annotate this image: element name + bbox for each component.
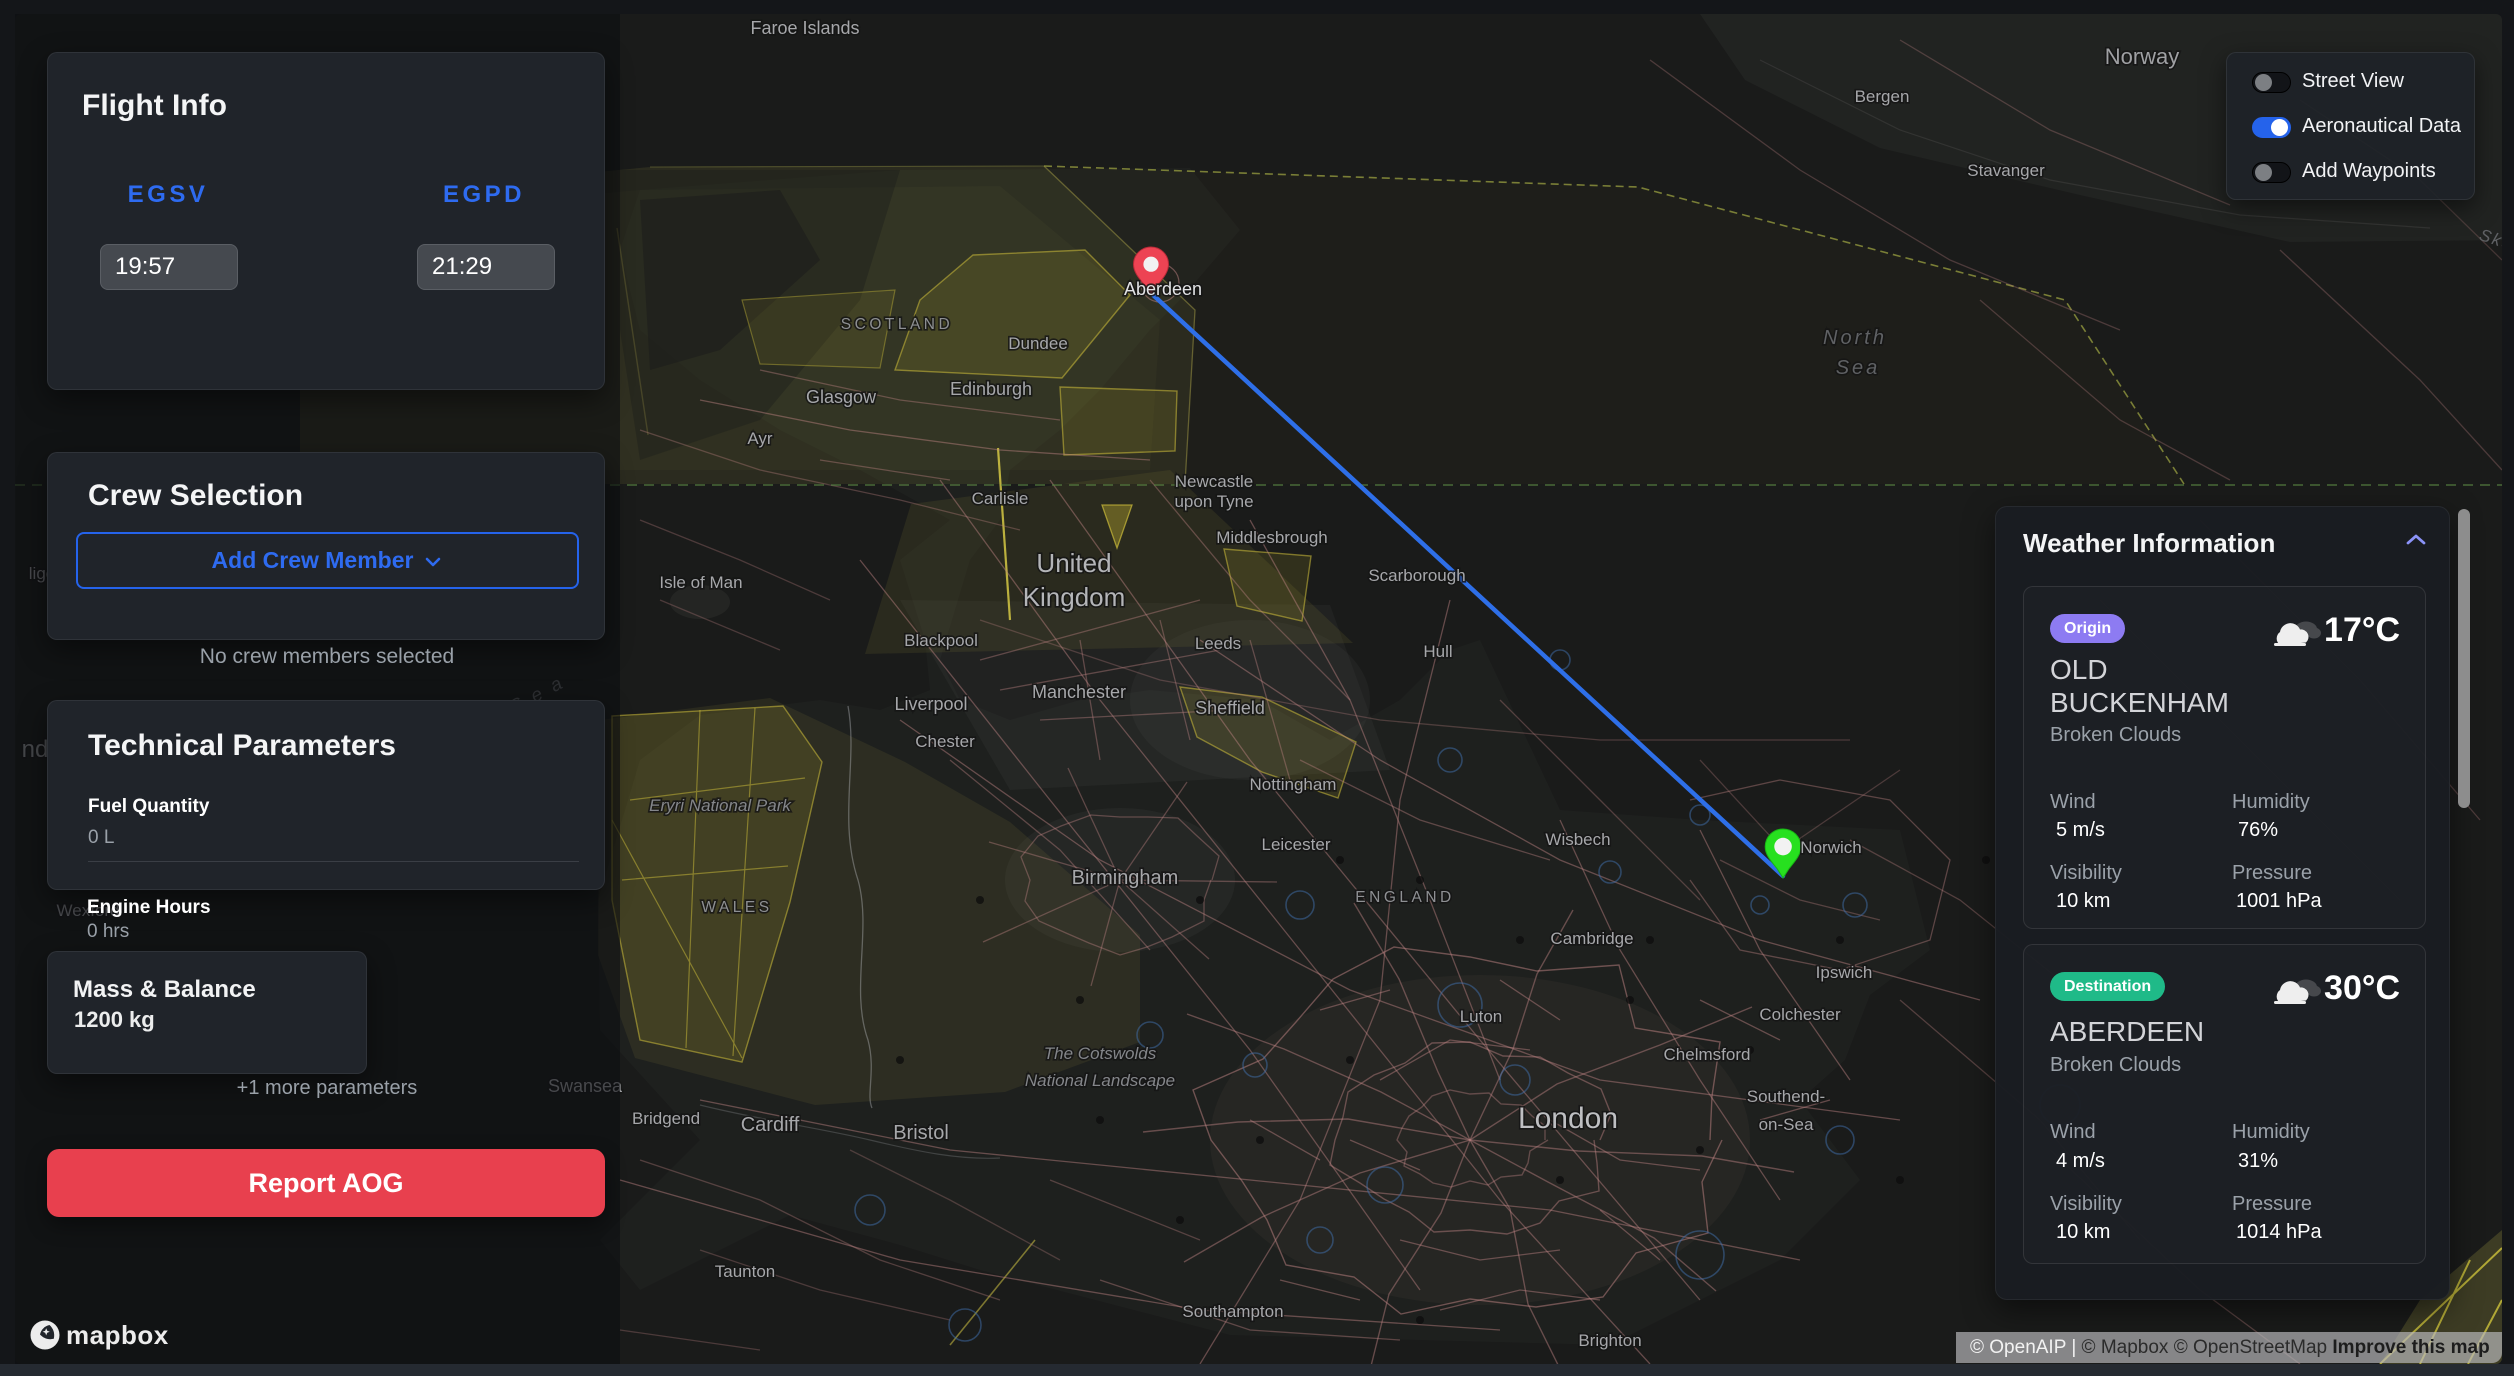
svg-text:North: North bbox=[1823, 327, 1887, 349]
svg-text:Sea: Sea bbox=[1836, 357, 1881, 379]
svg-text:Birmingham: Birmingham bbox=[1072, 867, 1179, 889]
svg-text:Glasgow: Glasgow bbox=[806, 387, 877, 407]
svg-text:Ayr: Ayr bbox=[747, 429, 773, 448]
svg-text:Norwich: Norwich bbox=[1800, 838, 1861, 857]
svg-text:Scarborough: Scarborough bbox=[1368, 566, 1465, 585]
svg-text:Chester: Chester bbox=[915, 732, 975, 751]
svg-text:upon Tyne: upon Tyne bbox=[1174, 492, 1253, 511]
svg-text:Southend-: Southend- bbox=[1747, 1087, 1825, 1106]
svg-text:Wisbech: Wisbech bbox=[1545, 830, 1610, 849]
svg-text:Leeds: Leeds bbox=[1195, 634, 1241, 653]
svg-text:Aberdeen: Aberdeen bbox=[1124, 279, 1202, 299]
svg-text:Hull: Hull bbox=[1423, 642, 1452, 661]
svg-text:Luton: Luton bbox=[1460, 1007, 1503, 1026]
svg-text:Sheffield: Sheffield bbox=[1195, 698, 1265, 718]
svg-text:on-Sea: on-Sea bbox=[1759, 1115, 1814, 1134]
svg-text:United: United bbox=[1036, 548, 1111, 578]
svg-text:Bristol: Bristol bbox=[893, 1122, 949, 1144]
svg-text:Ipswich: Ipswich bbox=[1816, 963, 1873, 982]
svg-text:Nottingham: Nottingham bbox=[1250, 775, 1337, 794]
svg-text:Stavanger: Stavanger bbox=[1967, 161, 2045, 180]
svg-text:Bergen: Bergen bbox=[1855, 87, 1910, 106]
svg-text:Cambridge: Cambridge bbox=[1550, 929, 1633, 948]
svg-text:ENGLAND: ENGLAND bbox=[1355, 889, 1454, 906]
svg-text:Carlisle: Carlisle bbox=[972, 489, 1029, 508]
svg-text:Manchester: Manchester bbox=[1032, 682, 1126, 702]
svg-text:Colchester: Colchester bbox=[1759, 1005, 1841, 1024]
svg-text:Blackpool: Blackpool bbox=[904, 631, 978, 650]
svg-text:Taunton: Taunton bbox=[715, 1262, 776, 1281]
svg-text:Dundee: Dundee bbox=[1008, 334, 1068, 353]
svg-text:London: London bbox=[1518, 1102, 1618, 1135]
svg-text:Liverpool: Liverpool bbox=[894, 694, 967, 714]
svg-text:Edinburgh: Edinburgh bbox=[950, 379, 1032, 399]
svg-text:Norway: Norway bbox=[2105, 44, 2180, 69]
svg-text:Southampton: Southampton bbox=[1182, 1302, 1283, 1321]
svg-text:Cardiff: Cardiff bbox=[741, 1114, 800, 1136]
svg-text:National Landscape: National Landscape bbox=[1025, 1071, 1175, 1090]
svg-text:Newcastle: Newcastle bbox=[1175, 472, 1253, 491]
svg-text:Kingdom: Kingdom bbox=[1023, 582, 1126, 612]
svg-text:Faroe Islands: Faroe Islands bbox=[750, 18, 859, 38]
svg-text:Isle of Man: Isle of Man bbox=[659, 573, 742, 592]
svg-text:The Cotswolds: The Cotswolds bbox=[1044, 1044, 1157, 1063]
svg-text:SCOTLAND: SCOTLAND bbox=[841, 316, 953, 333]
svg-text:mapbox: mapbox bbox=[66, 1320, 169, 1350]
svg-text:Bridgend: Bridgend bbox=[632, 1109, 700, 1128]
svg-text:Eryri National Park: Eryri National Park bbox=[649, 796, 792, 815]
svg-text:Middlesbrough: Middlesbrough bbox=[1216, 528, 1328, 547]
svg-text:Brighton: Brighton bbox=[1578, 1331, 1641, 1350]
svg-text:Chelmsford: Chelmsford bbox=[1664, 1045, 1751, 1064]
svg-text:WALES: WALES bbox=[701, 899, 772, 916]
svg-text:Leicester: Leicester bbox=[1262, 835, 1331, 854]
